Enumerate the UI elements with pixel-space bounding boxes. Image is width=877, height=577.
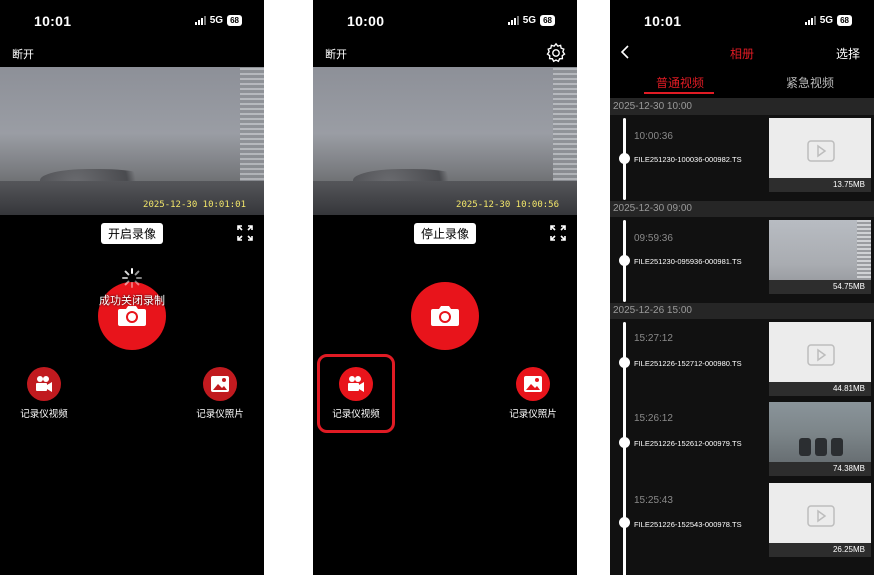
page-title: 相册 xyxy=(729,47,754,61)
file-time: 15:26:12 xyxy=(634,413,673,424)
thumbnail-scene xyxy=(815,438,827,456)
timeline-dot xyxy=(619,153,630,164)
start-recording-button[interactable]: 开启录像 xyxy=(100,223,164,244)
play-icon xyxy=(807,505,835,527)
video-thumbnail[interactable]: 74.38MB xyxy=(769,402,871,476)
status-time: 10:01 xyxy=(34,13,72,29)
group-date: 2025-12-26 15:00 xyxy=(613,305,692,316)
file-name: FILE251230-095936-000981.TS xyxy=(634,257,742,266)
status-bar: 10:01 5G 68 xyxy=(610,0,874,42)
loading-spinner-icon xyxy=(122,268,142,288)
tab-normal-video[interactable]: 普通视频 xyxy=(656,74,704,91)
file-name: FILE251226-152612-000979.TS xyxy=(634,439,742,448)
image-icon xyxy=(203,367,237,401)
tab-emergency-video[interactable]: 紧急视频 xyxy=(786,74,834,91)
group-container: 10:00:36 FILE251230-100036-000982.TS 13.… xyxy=(610,115,874,201)
signal-icon xyxy=(804,16,816,25)
thumbnail-scene xyxy=(799,438,811,456)
recorder-video-label: 记录仪视频 xyxy=(332,409,380,420)
top-bar: 断开 xyxy=(0,42,264,66)
group-container: 15:27:12 FILE251226-152712-000980.TS 44.… xyxy=(610,319,874,575)
file-name: FILE251230-100036-000982.TS xyxy=(634,155,742,164)
signal-icon xyxy=(507,16,519,25)
toast-message: 成功关闭录制 xyxy=(99,295,165,307)
timeline-dot xyxy=(619,517,630,528)
image-icon xyxy=(516,367,550,401)
video-list[interactable]: 2025-12-30 10:00 10:00:36 FILE251230-100… xyxy=(610,98,874,575)
battery-icon: 68 xyxy=(837,15,852,26)
network-type: 5G xyxy=(819,15,834,26)
phone-screen-recording-off: 10:01 5G 68 断开 2025-12-30 10:01:01 开启录像 … xyxy=(0,0,264,575)
file-size: 44.81MB xyxy=(769,382,871,396)
recorder-photo-label: 记录仪照片 xyxy=(196,409,244,420)
timeline-dot xyxy=(619,357,630,368)
recorder-video-label: 记录仪视频 xyxy=(20,409,68,420)
file-size: 54.75MB xyxy=(769,280,871,294)
battery-icon: 68 xyxy=(540,15,555,26)
group-container: 09:59:36 FILE251230-095936-000981.TS 54.… xyxy=(610,217,874,303)
phone-screen-recording-on: 10:00 5G 68 断开 2025-12-30 10:00:56 停止录像 xyxy=(313,0,577,575)
fullscreen-icon[interactable] xyxy=(236,224,254,242)
video-camera-icon xyxy=(339,367,373,401)
recorder-photo-button[interactable]: 记录仪照片 xyxy=(495,367,571,420)
file-time: 15:25:43 xyxy=(634,495,673,506)
file-name: FILE251226-152712-000980.TS xyxy=(634,359,742,368)
status-bar: 10:00 5G 68 xyxy=(313,0,577,42)
video-thumbnail[interactable]: 13.75MB xyxy=(769,118,871,192)
file-time: 09:59:36 xyxy=(634,233,673,244)
video-timestamp: 2025-12-30 10:01:01 xyxy=(143,200,246,210)
file-time: 15:27:12 xyxy=(634,333,673,344)
file-time: 10:00:36 xyxy=(634,131,673,142)
status-indicators: 5G 68 xyxy=(507,15,555,26)
play-icon xyxy=(807,140,835,162)
timeline-dot xyxy=(619,255,630,266)
file-size: 26.25MB xyxy=(769,543,871,557)
select-button[interactable]: 选择 xyxy=(836,45,860,62)
recorder-video-button[interactable]: 记录仪视频 xyxy=(318,367,394,420)
status-time: 10:00 xyxy=(347,13,385,29)
live-video-preview[interactable]: 2025-12-30 10:01:01 xyxy=(0,67,264,215)
album-tabs: 普通视频 紧急视频 xyxy=(610,70,874,96)
thumbnail-scene xyxy=(831,438,843,456)
fullscreen-icon[interactable] xyxy=(549,224,567,242)
phone-screen-album: 10:01 5G 68 相册 选择 普通视频 紧急视频 2025-12-30 1… xyxy=(610,0,874,575)
file-size: 13.75MB xyxy=(769,178,871,192)
file-size: 74.38MB xyxy=(769,462,871,476)
video-thumbnail[interactable]: 54.75MB xyxy=(769,220,871,294)
recorder-photo-button[interactable]: 记录仪照片 xyxy=(182,367,258,420)
video-timestamp: 2025-12-30 10:00:56 xyxy=(456,200,559,210)
camera-icon xyxy=(431,306,459,326)
file-name: FILE251226-152543-000978.TS xyxy=(634,520,742,529)
video-thumbnail[interactable]: 44.81MB xyxy=(769,322,871,396)
video-camera-icon xyxy=(27,367,61,401)
status-bar: 10:01 5G 68 xyxy=(0,0,264,42)
group-date: 2025-12-30 09:00 xyxy=(613,203,692,214)
capture-photo-button[interactable] xyxy=(411,282,479,350)
gear-icon[interactable] xyxy=(545,42,567,64)
group-date: 2025-12-30 10:00 xyxy=(613,101,692,112)
network-type: 5G xyxy=(522,15,537,26)
battery-icon: 68 xyxy=(227,15,242,26)
disconnect-button[interactable]: 断开 xyxy=(325,46,347,62)
timeline-dot xyxy=(619,437,630,448)
status-indicators: 5G 68 xyxy=(804,15,852,26)
active-tab-indicator xyxy=(644,92,714,94)
stop-recording-button[interactable]: 停止录像 xyxy=(413,223,477,244)
disconnect-button[interactable]: 断开 xyxy=(12,46,34,62)
album-header: 相册 选择 xyxy=(610,42,874,64)
video-thumbnail[interactable]: 26.25MB xyxy=(769,483,871,557)
status-time: 10:01 xyxy=(644,13,682,29)
recorder-video-button[interactable]: 记录仪视频 xyxy=(6,367,82,420)
live-video-preview[interactable]: 2025-12-30 10:00:56 xyxy=(313,67,577,215)
recorder-photo-label: 记录仪照片 xyxy=(509,409,557,420)
network-type: 5G xyxy=(209,15,224,26)
signal-icon xyxy=(194,16,206,25)
play-icon xyxy=(807,344,835,366)
status-indicators: 5G 68 xyxy=(194,15,242,26)
top-bar: 断开 xyxy=(313,42,577,66)
